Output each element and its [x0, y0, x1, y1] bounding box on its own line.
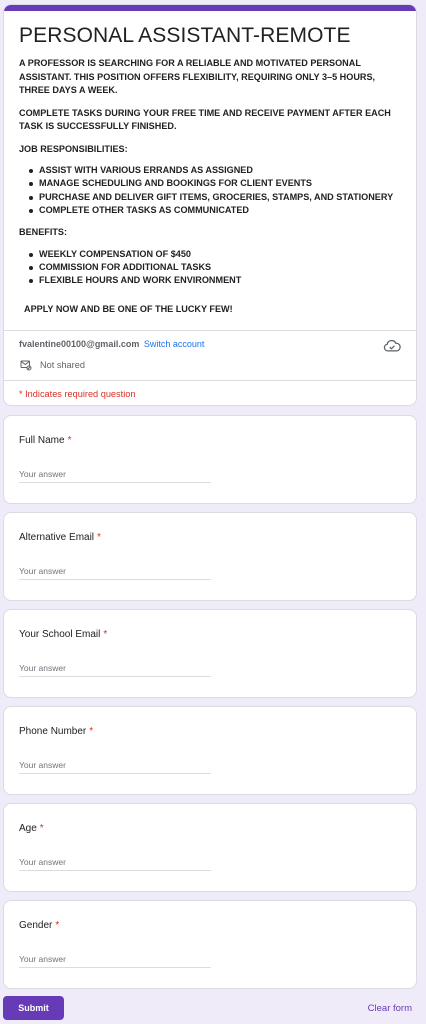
question-card-alternative-email: Alternative Email * [3, 512, 417, 601]
question-title: Phone Number * [19, 726, 94, 737]
submit-button[interactable]: Submit [3, 996, 64, 1020]
list-item: ASSIST WITH VARIOUS ERRANDS AS ASSIGNED [29, 164, 403, 177]
list-item: PURCHASE AND DELIVER GIFT ITEMS, GROCERI… [29, 191, 403, 204]
question-card-gender: Gender * [3, 900, 417, 989]
question-card-school-email: Your School Email * [3, 609, 417, 698]
not-shared-mail-icon [20, 360, 32, 371]
question-title: Full Name * [19, 435, 72, 446]
switch-account-link[interactable]: Switch account [144, 339, 205, 349]
list-item: FLEXIBLE HOURS AND WORK ENVIRONMENT [29, 274, 403, 287]
age-input[interactable] [19, 853, 211, 871]
required-asterisk: * [67, 435, 72, 446]
not-shared-label: Not shared [40, 360, 85, 370]
school-email-input[interactable] [19, 659, 211, 677]
form-description: A PROFESSOR IS SEARCHING FOR A RELIABLE … [19, 57, 403, 316]
required-asterisk: * [103, 629, 108, 640]
required-asterisk: * [89, 726, 94, 737]
form-title: PERSONAL ASSISTANT-REMOTE [19, 24, 351, 47]
question-title: Alternative Email * [19, 532, 101, 543]
responsibilities-heading: JOB RESPONSIBILITIES: [19, 143, 128, 154]
divider [4, 330, 416, 331]
description-intro-2: COMPLETE TASKS DURING YOUR FREE TIME AND… [19, 107, 391, 132]
question-title: Age * [19, 823, 44, 834]
clear-form-button[interactable]: Clear form [368, 1003, 412, 1014]
question-card-phone-number: Phone Number * [3, 706, 417, 795]
question-title: Your School Email * [19, 629, 108, 640]
question-card-age: Age * [3, 803, 417, 892]
cloud-saved-icon[interactable] [383, 339, 401, 353]
gender-input[interactable] [19, 950, 211, 968]
required-asterisk: * [39, 823, 44, 834]
full-name-input[interactable] [19, 465, 211, 483]
apply-text: APPLY NOW AND BE ONE OF THE LUCKY FEW! [24, 303, 233, 314]
not-shared-row: Not shared [20, 359, 85, 371]
question-card-full-name: Full Name * [3, 415, 417, 504]
phone-number-input[interactable] [19, 756, 211, 774]
description-intro: A PROFESSOR IS SEARCHING FOR A RELIABLE … [19, 58, 376, 95]
form-header-card: PERSONAL ASSISTANT-REMOTE A PROFESSOR IS… [3, 4, 417, 406]
account-email: fvalentine00100@gmail.com [19, 339, 140, 349]
question-title: Gender * [19, 920, 60, 931]
required-asterisk: * [55, 920, 60, 931]
accent-bar [4, 5, 416, 11]
responsibilities-list: ASSIST WITH VARIOUS ERRANDS AS ASSIGNED … [19, 164, 403, 217]
list-item: COMMISSION FOR ADDITIONAL TASKS [29, 261, 403, 274]
list-item: MANAGE SCHEDULING AND BOOKINGS FOR CLIEN… [29, 177, 403, 190]
benefits-heading: BENEFITS: [19, 227, 67, 238]
benefits-list: WEEKLY COMPENSATION OF $450 COMMISSION F… [19, 248, 403, 288]
required-asterisk: * [97, 532, 101, 543]
divider [4, 380, 416, 381]
list-item: COMPLETE OTHER TASKS AS COMMUNICATED [29, 204, 403, 217]
list-item: WEEKLY COMPENSATION OF $450 [29, 248, 403, 261]
account-row: fvalentine00100@gmail.com Switch account [19, 339, 204, 349]
required-note: * Indicates required question [19, 389, 136, 399]
alternative-email-input[interactable] [19, 562, 211, 580]
